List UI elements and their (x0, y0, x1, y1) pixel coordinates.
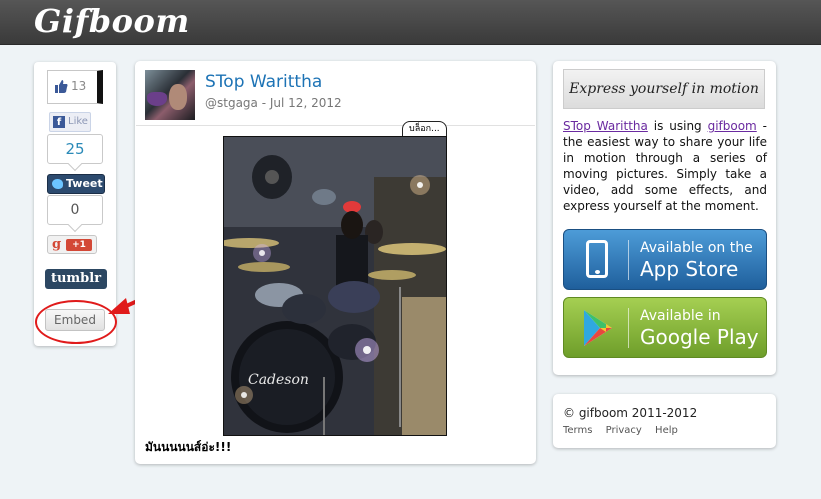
app-store-big-label: App Store (640, 257, 739, 281)
facebook-like-label: Like (68, 116, 88, 127)
post-meta: @stgaga - Jul 12, 2012 (205, 96, 342, 110)
phone-icon (586, 240, 608, 278)
drum-photo: Cadeson (224, 137, 446, 435)
post-handle: @stgaga (205, 96, 258, 110)
header-divider (136, 125, 535, 126)
avatar-mask-shape (147, 92, 167, 106)
google-play-big-label: Google Play (640, 325, 759, 349)
post-author[interactable]: STop Warittha (205, 72, 322, 92)
play-store-icon (584, 310, 612, 346)
post-tag[interactable]: บล็อก... (402, 121, 447, 137)
footer-card (553, 394, 776, 448)
facebook-count-bubble: 13 (47, 70, 103, 104)
promo-user-link[interactable]: STop Warittha (563, 119, 648, 133)
tumblr-button[interactable]: tumblr (45, 269, 107, 289)
tweet-count: 25 (65, 140, 85, 158)
post-meta-separator: - (257, 96, 270, 110)
google-play-button[interactable]: Available in Google Play (563, 297, 767, 358)
facebook-icon: f (53, 116, 65, 128)
post-date: Jul 12, 2012 (269, 96, 342, 110)
copyright-text: © gifboom 2011-2012 (563, 406, 698, 420)
facebook-like-button[interactable]: f Like (49, 112, 91, 132)
thumbs-up-icon (55, 80, 68, 93)
button-separator (628, 308, 629, 348)
avatar-face-shape (169, 84, 187, 110)
promo-text-is-using: is using (647, 119, 708, 133)
footer-links: Terms Privacy Help (563, 425, 688, 436)
footer-link-privacy[interactable]: Privacy (606, 425, 642, 436)
avatar[interactable] (145, 70, 195, 120)
gplus-label: +1 (66, 239, 92, 251)
facebook-like-count: 13 (71, 79, 87, 93)
footer-link-help[interactable]: Help (655, 425, 678, 436)
gif-image[interactable]: Cadeson (223, 136, 447, 436)
google-g-icon: g (52, 237, 62, 252)
promo-app-link[interactable]: gifboom (708, 119, 757, 133)
gplus-count-bubble: 0 (47, 195, 103, 233)
promo-text-rest: - the easiest way to share your life in … (563, 119, 767, 213)
drum-brand-text: Cadeson (248, 372, 309, 388)
gifboom-logo[interactable]: Gifboom (34, 2, 190, 40)
google-play-small-label: Available in (640, 308, 721, 324)
post-caption: มันนนนนส์อ่ะ!!! (145, 440, 232, 454)
footer-link-terms[interactable]: Terms (563, 425, 592, 436)
gplus-button[interactable]: g +1 (47, 235, 97, 254)
tweet-label: Tweet (66, 177, 103, 190)
tagline-banner: Express yourself in motion (563, 69, 765, 109)
top-bar: Gifboom (0, 0, 821, 45)
tweet-count-bubble: 25 (47, 134, 103, 172)
tweet-button[interactable]: Tweet (47, 174, 105, 194)
app-store-small-label: Available on the (640, 240, 753, 256)
promo-description: STop Warittha is using gifboom - the eas… (563, 118, 767, 214)
twitter-bird-icon (52, 179, 63, 189)
gplus-count: 0 (70, 202, 80, 218)
button-separator (628, 240, 629, 280)
app-store-button[interactable]: Available on the App Store (563, 229, 767, 290)
